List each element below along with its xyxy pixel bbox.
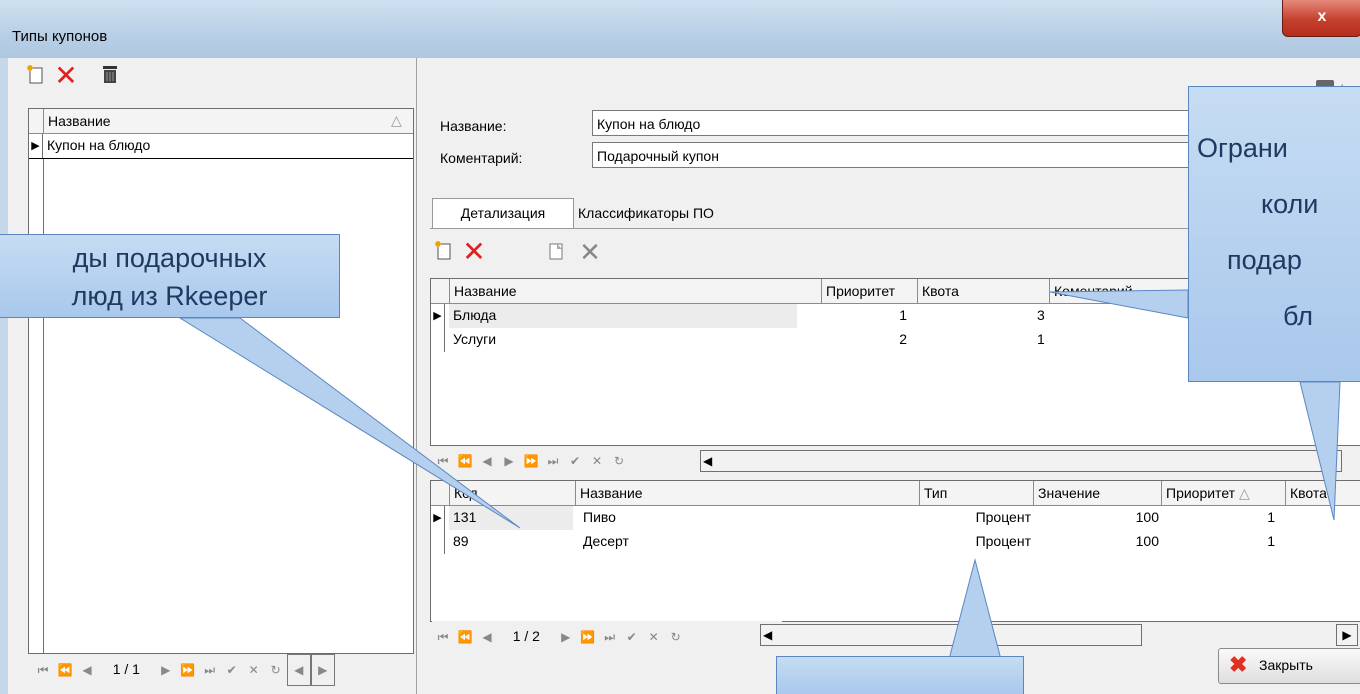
callout-pointers xyxy=(178,289,1341,694)
right-callout-line2: коли xyxy=(1261,189,1319,219)
right-callout: Ограни коли подар бл xyxy=(1188,86,1360,382)
right-callout-line1: Ограни xyxy=(1197,133,1288,163)
left-callout-line1: ды подарочных xyxy=(72,243,267,273)
left-callout-line2: люд из Rkeeper xyxy=(71,281,268,311)
right-callout-line4: бл xyxy=(1283,301,1314,331)
right-callout-line3: подар xyxy=(1227,245,1302,275)
right-callout-pointer-down xyxy=(1299,381,1341,521)
left-callout: ды подарочных люд из Rkeeper xyxy=(0,234,340,318)
bottom-callout xyxy=(776,656,1024,694)
right-callout-pointer-quota xyxy=(1049,289,1189,319)
left-callout-pointer xyxy=(178,317,521,529)
